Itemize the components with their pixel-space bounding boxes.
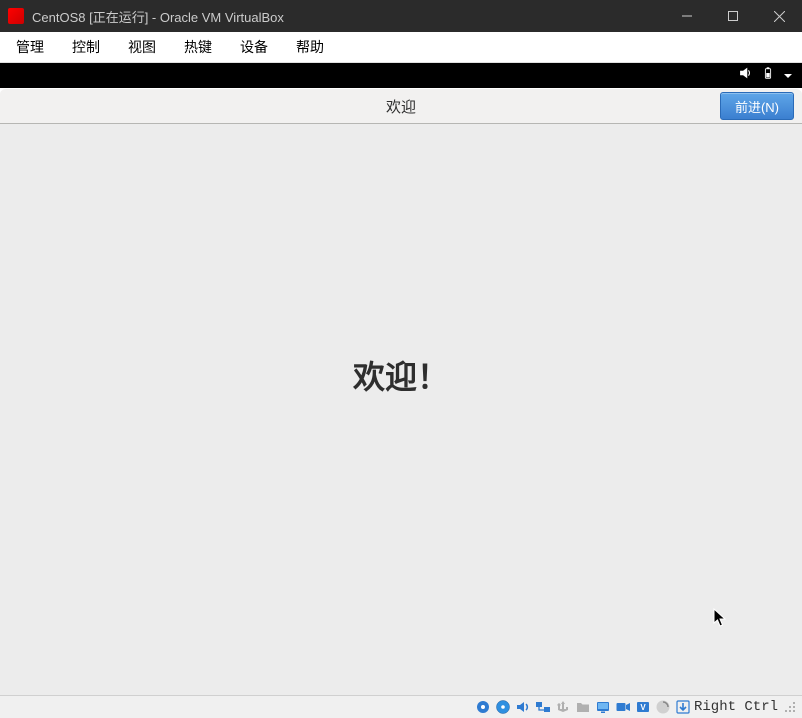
display-icon[interactable] [594,698,612,716]
menu-help[interactable]: 帮助 [296,37,324,57]
harddisk-icon[interactable] [474,698,492,716]
close-button[interactable] [756,0,802,32]
window-title: CentOS8 [正在运行] - Oracle VM VirtualBox [32,7,664,26]
volume-icon[interactable] [738,66,752,85]
resize-grip[interactable] [784,701,796,713]
virtualbox-logo-icon [8,8,24,24]
host-key-arrow-icon[interactable] [674,698,692,716]
next-button-label: 前进(N) [735,97,779,116]
guest-top-panel[interactable] [0,63,802,88]
maximize-button[interactable] [710,0,756,32]
mouse-integration-icon[interactable] [654,698,672,716]
recording-icon[interactable] [614,698,632,716]
video-capture-icon[interactable]: V [634,698,652,716]
menu-view[interactable]: 视图 [128,37,156,57]
optical-disc-icon[interactable] [494,698,512,716]
mouse-cursor-icon [713,608,727,633]
network-icon[interactable] [534,698,552,716]
welcome-heading: 欢迎！ [353,352,449,398]
menu-control[interactable]: 控制 [72,37,100,57]
vbox-statusbar: V Right Ctrl [0,695,802,718]
dropdown-triangle-icon[interactable] [784,67,792,85]
welcome-content: 欢迎！ [0,124,802,695]
battery-icon[interactable] [762,66,774,85]
audio-icon[interactable] [514,698,532,716]
menubar: 管理 控制 视图 热键 设备 帮助 [0,32,802,63]
host-key-label: Right Ctrl [694,699,778,715]
menu-devices[interactable]: 设备 [240,37,268,57]
shared-folder-icon[interactable] [574,698,592,716]
titlebar: CentOS8 [正在运行] - Oracle VM VirtualBox [0,0,802,32]
header-title: 欢迎 [0,96,802,117]
menu-manage[interactable]: 管理 [16,37,44,57]
menu-hotkeys[interactable]: 热键 [184,37,212,57]
gnome-header-bar: 欢迎 前进(N) [0,88,802,124]
minimize-button[interactable] [664,0,710,32]
svg-text:V: V [640,703,646,712]
usb-icon[interactable] [554,698,572,716]
next-button[interactable]: 前进(N) [720,92,794,120]
